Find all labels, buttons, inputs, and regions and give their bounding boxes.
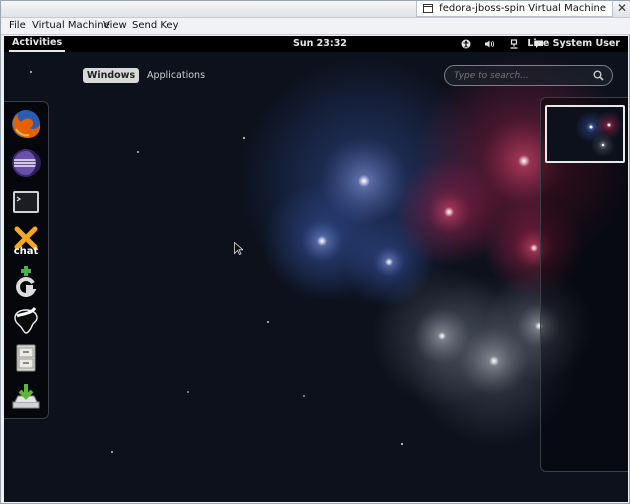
svg-text:chat: chat	[14, 246, 39, 257]
menu-send-key[interactable]: Send Key	[132, 18, 179, 34]
accessibility-icon[interactable]	[461, 39, 471, 49]
workspace-thumbnail-preview	[547, 107, 623, 161]
search-input[interactable]	[454, 69, 584, 82]
menu-file[interactable]: File	[9, 18, 26, 34]
clock[interactable]: Sun 23:32	[293, 36, 347, 52]
user-menu[interactable]: Live System User	[527, 36, 620, 52]
firefox-icon[interactable]	[9, 107, 43, 141]
activities-button[interactable]: Activities	[9, 36, 66, 52]
title-bar[interactable]: fedora-jboss-spin Virtual Machine ✕	[1, 1, 630, 18]
window-title: fedora-jboss-spin Virtual Machine	[439, 3, 606, 14]
window-icon	[423, 4, 434, 13]
file-cabinet-icon[interactable]	[9, 341, 43, 375]
eclipse-icon[interactable]	[9, 146, 43, 180]
terminal-icon[interactable]	[9, 185, 43, 219]
menu-view[interactable]: View	[103, 18, 127, 34]
install-to-disk-icon[interactable]	[9, 380, 43, 414]
vm-viewer-window: fedora-jboss-spin Virtual Machine ✕ File…	[0, 0, 630, 504]
xchat-icon[interactable]: chat	[9, 224, 43, 258]
fireworks-wallpaper	[4, 36, 628, 502]
tab-windows[interactable]: Windows	[83, 68, 139, 83]
inkscape-icon[interactable]	[9, 302, 43, 336]
close-icon: ✕	[616, 1, 628, 15]
search-icon[interactable]	[593, 70, 604, 81]
guest-display[interactable]: Activities Sun 23:32 Live System User Wi…	[4, 36, 628, 502]
dash: chat	[4, 101, 49, 419]
menu-bar: File Virtual Machine View Send Key	[1, 18, 630, 35]
gnome-games-icon[interactable]	[9, 263, 43, 297]
mouse-pointer-icon	[234, 242, 243, 255]
window-title-tab: fedora-jboss-spin Virtual Machine	[416, 1, 613, 17]
tab-applications[interactable]: Applications	[147, 68, 205, 83]
close-button[interactable]: ✕	[615, 2, 629, 16]
top-panel: Activities Sun 23:32 Live System User	[4, 36, 628, 52]
volume-icon[interactable]	[484, 39, 494, 49]
network-icon[interactable]	[509, 39, 519, 49]
menu-virtual-machine[interactable]: Virtual Machine	[32, 18, 110, 34]
search-box[interactable]	[444, 65, 613, 86]
workspace-thumbnail[interactable]	[545, 105, 625, 163]
